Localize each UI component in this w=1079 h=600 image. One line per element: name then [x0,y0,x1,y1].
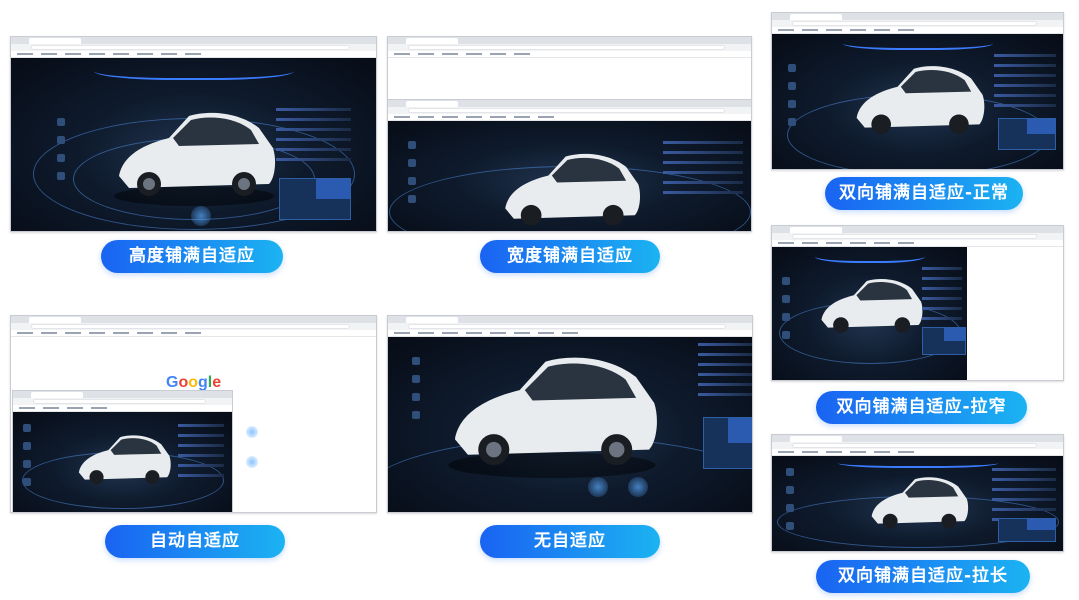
browser-chrome [772,226,1063,247]
car-image [856,66,984,135]
panel-both-normal [771,12,1064,170]
car-image [504,153,640,226]
panel-width-fill [387,36,752,232]
car-dashboard-screenshot [13,412,232,512]
car-dashboard-screenshot [772,34,1063,169]
browser-chrome [772,13,1063,34]
label-height-fill: 高度铺满自适应 [101,240,283,273]
car-image [113,112,275,206]
panel-auto: Google [10,315,377,513]
label-none: 无自适应 [480,525,660,558]
browser-chrome-back [388,37,751,58]
car-image [448,357,657,479]
address-bar[interactable] [31,45,350,50]
panel-none [387,315,753,513]
browser-chrome [388,316,752,337]
car-image [820,279,922,333]
panel-both-long [771,434,1064,552]
car-dashboard-screenshot [772,456,1063,551]
browser-chrome-front [388,100,751,121]
browser-chrome [11,37,376,58]
car-dashboard-screenshot [388,337,752,512]
car-dashboard-screenshot [772,247,967,380]
car-image [78,435,171,485]
car-image [871,477,968,529]
label-both-narrow: 双向铺满自适应-拉窄 [816,391,1027,424]
car-dashboard-screenshot [388,121,751,231]
label-both-long: 双向铺满自适应-拉长 [816,560,1030,593]
browser-chrome-front [13,391,232,412]
panel-height-fill [10,36,377,232]
car-dashboard-screenshot [11,58,376,231]
bookmarks-bar [11,51,376,58]
browser-chrome [772,435,1063,456]
label-both-normal: 双向铺满自适应-正常 [825,177,1023,210]
label-width-fill: 宽度铺满自适应 [480,240,660,273]
label-auto: 自动自适应 [105,525,285,558]
panel-both-narrow [771,225,1064,381]
browser-chrome-back [11,316,376,337]
